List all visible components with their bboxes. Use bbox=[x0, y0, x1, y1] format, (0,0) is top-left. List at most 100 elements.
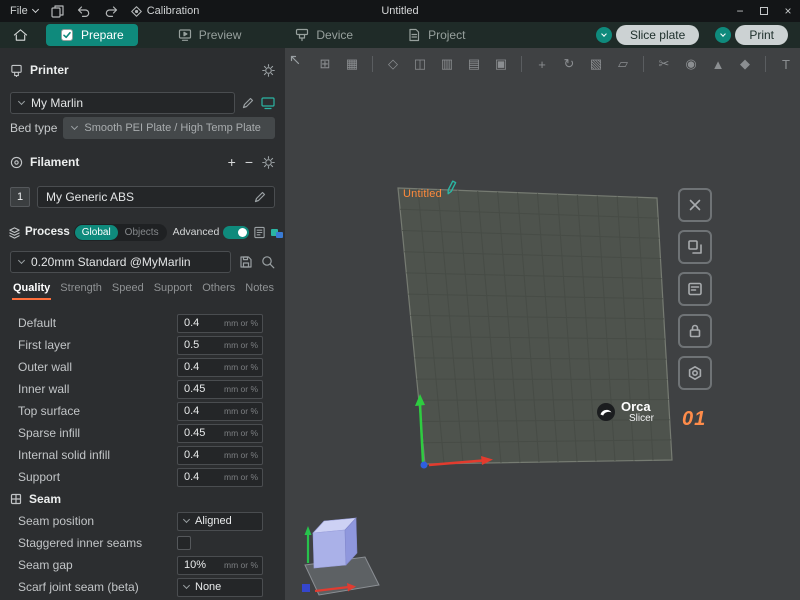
internal-solid-infill-input[interactable]: 0.4mm or % bbox=[177, 446, 263, 465]
tab-project[interactable]: Project bbox=[393, 24, 479, 46]
setting-tabs: Quality Strength Speed Support Others Notes bbox=[12, 280, 285, 302]
viewport-3d[interactable]: ⊞▦◇◫▥▤▣+↻▧▱✂◉▲◆T≡ Untitled Orca Slicer bbox=[285, 48, 800, 600]
staggered-inner-seams-checkbox[interactable] bbox=[177, 536, 191, 550]
slice-plate-button[interactable]: Slice plate bbox=[616, 25, 699, 45]
setting-tab-quality[interactable]: Quality bbox=[12, 280, 51, 300]
preview-icon bbox=[178, 28, 192, 42]
outer-wall-input[interactable]: 0.4mm or % bbox=[177, 358, 263, 377]
maximize-button[interactable] bbox=[752, 0, 776, 22]
seam-gap-input[interactable]: 10%mm or % bbox=[177, 556, 263, 575]
process-section-header: Process Global Objects Advanced bbox=[0, 221, 285, 243]
remove-filament-button[interactable]: − bbox=[245, 155, 253, 169]
arrange-plate-button[interactable] bbox=[678, 230, 712, 264]
tab-prepare-label: Prepare bbox=[81, 28, 124, 42]
printer-connection-icon[interactable] bbox=[261, 97, 275, 110]
plate-name-label[interactable]: Untitled bbox=[403, 180, 459, 200]
param-label: Default bbox=[18, 316, 177, 330]
printer-section-header: Printer bbox=[0, 58, 285, 82]
orca-logo: Orca Slicer bbox=[596, 400, 654, 424]
setting-tab-others[interactable]: Others bbox=[201, 280, 236, 298]
slice-options-dropdown[interactable] bbox=[596, 27, 612, 43]
save-icon[interactable] bbox=[51, 5, 64, 18]
settings-sidebar: Printer My Marlin bbox=[0, 48, 285, 600]
setting-tab-strength[interactable]: Strength bbox=[59, 280, 103, 298]
add-filament-button[interactable]: + bbox=[228, 155, 236, 169]
param-label: Internal solid infill bbox=[18, 448, 177, 462]
slice-plate-group: Slice plate bbox=[596, 25, 699, 45]
param-label: Top surface bbox=[18, 404, 177, 418]
calibration-menu[interactable]: Calibration bbox=[131, 5, 200, 17]
edit-plate-name-icon[interactable] bbox=[443, 178, 462, 198]
project-icon bbox=[407, 28, 421, 42]
printer-settings-gear-icon[interactable] bbox=[262, 64, 275, 77]
home-tab[interactable] bbox=[8, 25, 32, 45]
param-row-internal-solid-infill: Internal solid infill0.4mm or % bbox=[0, 444, 285, 466]
filament-preset-select[interactable]: My Generic ABS bbox=[37, 186, 275, 208]
top-surface-input[interactable]: 0.4mm or % bbox=[177, 402, 263, 421]
default-input[interactable]: 0.4mm or % bbox=[177, 314, 263, 333]
support-input[interactable]: 0.4mm or % bbox=[177, 468, 263, 487]
filament-settings-gear-icon[interactable] bbox=[262, 156, 275, 169]
setting-tab-notes[interactable]: Notes bbox=[244, 280, 275, 298]
scope-global-button[interactable]: Global bbox=[75, 225, 118, 240]
param-row-staggered-inner-seams: Staggered inner seams bbox=[0, 532, 285, 554]
delete-plate-button[interactable] bbox=[678, 188, 712, 222]
search-icon[interactable] bbox=[261, 255, 275, 269]
filament-section-header: Filament + − bbox=[0, 150, 285, 174]
process-preset-value: 0.20mm Standard @MyMarlin bbox=[31, 255, 191, 269]
tab-prepare[interactable]: Prepare bbox=[46, 24, 138, 46]
redo-icon[interactable] bbox=[104, 6, 118, 17]
filament-slot-badge[interactable]: 1 bbox=[10, 187, 30, 207]
printer-preset-select[interactable]: My Marlin bbox=[10, 92, 235, 114]
save-preset-icon[interactable] bbox=[239, 255, 253, 269]
param-row-seam-gap: Seam gap10%mm or % bbox=[0, 554, 285, 576]
tab-device[interactable]: Device bbox=[281, 24, 367, 46]
seam-icon bbox=[10, 493, 22, 505]
edit-filament-icon[interactable] bbox=[254, 191, 266, 203]
chevron-down-icon bbox=[18, 257, 25, 264]
file-menu[interactable]: File bbox=[10, 5, 38, 17]
seam-params: Seam positionAlignedStaggered inner seam… bbox=[0, 510, 285, 598]
process-preset-select[interactable]: 0.20mm Standard @MyMarlin bbox=[10, 251, 231, 273]
print-button[interactable]: Print bbox=[735, 25, 788, 45]
first-layer-input[interactable]: 0.5mm or % bbox=[177, 336, 263, 355]
orient-plate-button[interactable] bbox=[678, 272, 712, 306]
compare-presets-icon[interactable] bbox=[270, 226, 284, 239]
scarf-joint-seam-beta-select[interactable]: None bbox=[177, 578, 263, 597]
param-label: Seam position bbox=[18, 514, 177, 528]
tab-preview[interactable]: Preview bbox=[164, 24, 256, 46]
bed-type-select[interactable]: Smooth PEI Plate / High Temp Plate bbox=[63, 117, 275, 139]
bed-type-row: Bed type Smooth PEI Plate / High Temp Pl… bbox=[10, 117, 275, 139]
sparse-infill-input[interactable]: 0.45mm or % bbox=[177, 424, 263, 443]
undo-icon[interactable] bbox=[77, 6, 91, 17]
axis-origin bbox=[421, 462, 428, 469]
param-row-support: Support0.4mm or % bbox=[0, 466, 285, 488]
print-options-dropdown[interactable] bbox=[715, 27, 731, 43]
setting-tab-speed[interactable]: Speed bbox=[111, 280, 145, 298]
param-label: Staggered inner seams bbox=[18, 536, 177, 550]
advanced-toggle[interactable] bbox=[223, 226, 249, 239]
settings-list-icon[interactable] bbox=[253, 226, 266, 239]
plate-settings-button[interactable] bbox=[678, 356, 712, 390]
lock-plate-button[interactable] bbox=[678, 314, 712, 348]
minimize-button[interactable]: − bbox=[728, 0, 752, 22]
file-menu-label: File bbox=[10, 5, 28, 17]
close-button[interactable]: × bbox=[776, 0, 800, 22]
calibration-label: Calibration bbox=[147, 5, 200, 17]
inner-wall-input[interactable]: 0.45mm or % bbox=[177, 380, 263, 399]
setting-tab-support[interactable]: Support bbox=[153, 280, 194, 298]
scope-objects-button[interactable]: Objects bbox=[118, 225, 166, 240]
seam-position-select[interactable]: Aligned bbox=[177, 512, 263, 531]
filament-preset-row: 1 My Generic ABS bbox=[10, 186, 275, 208]
filament-preset-value: My Generic ABS bbox=[46, 190, 134, 204]
tab-preview-label: Preview bbox=[199, 28, 242, 42]
param-row-inner-wall: Inner wall0.45mm or % bbox=[0, 378, 285, 400]
plate-thumbnail[interactable] bbox=[291, 503, 387, 599]
logo-line1: Orca bbox=[621, 400, 654, 414]
calibration-icon bbox=[131, 6, 142, 17]
param-label: Seam gap bbox=[18, 558, 177, 572]
param-label: Inner wall bbox=[18, 382, 177, 396]
param-row-sparse-infill: Sparse infill0.45mm or % bbox=[0, 422, 285, 444]
maximize-icon bbox=[760, 7, 768, 15]
edit-printer-icon[interactable] bbox=[242, 97, 254, 109]
